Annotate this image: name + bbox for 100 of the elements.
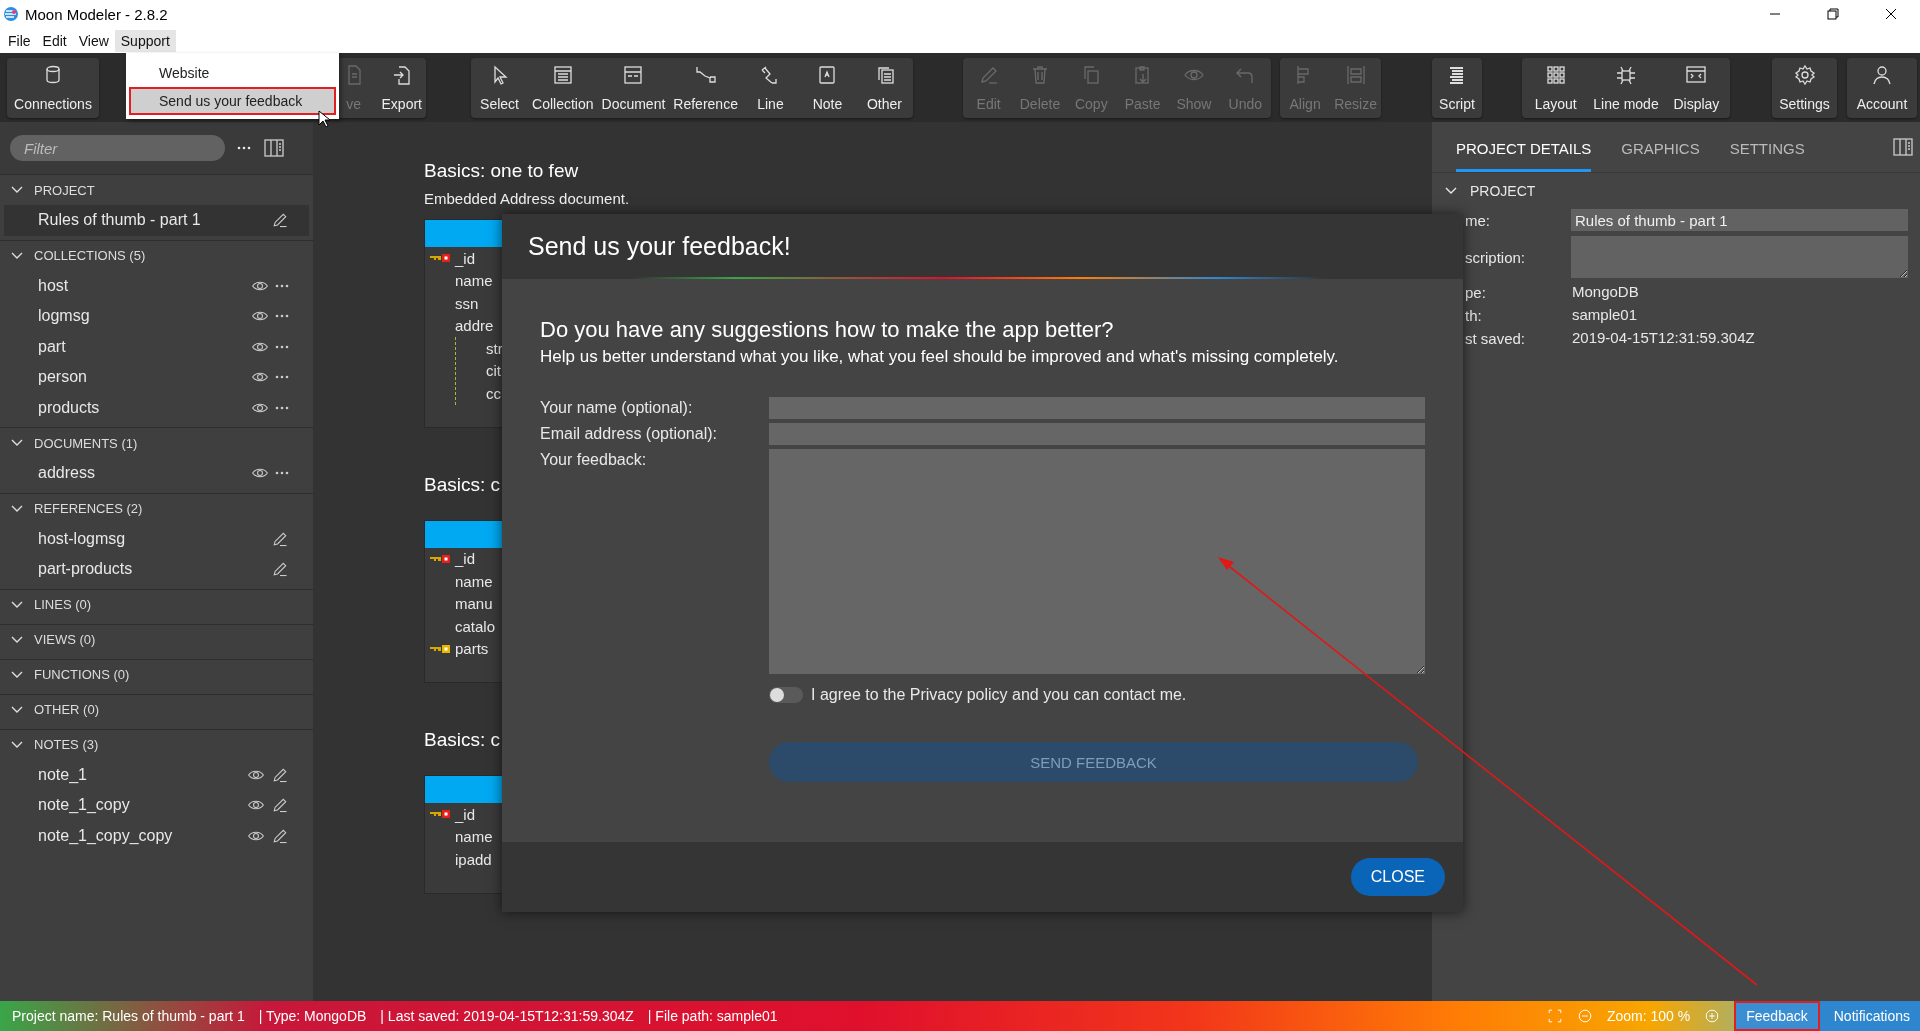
key-icon [429, 253, 451, 264]
field-value: sample01 [1571, 306, 1639, 324]
menu-item[interactable]: Send us your feedback [129, 87, 336, 115]
sidebar-item[interactable]: part [4, 331, 309, 362]
tab[interactable]: PROJECT DETAILS [1456, 140, 1592, 172]
diagram-title: Basics: c [424, 473, 501, 497]
restore-icon[interactable] [1827, 8, 1839, 20]
pencil-icon [271, 560, 289, 579]
name-field[interactable]: Rules of thumb - part 1 [1571, 209, 1908, 231]
section-header[interactable]: LINES (0) [34, 597, 92, 612]
sidebar-item[interactable]: note_1_copy_copy [4, 820, 309, 851]
sidebar-item[interactable]: address [4, 458, 309, 489]
section-header[interactable]: PROJECT [1470, 183, 1536, 199]
field-label: scription: [1464, 248, 1527, 266]
toolbar-button[interactable]: Collection [528, 57, 598, 118]
toolbar-button[interactable]: Line mode [1589, 57, 1663, 118]
toolbar-button[interactable]: Settings [1772, 57, 1837, 118]
toolbar-button[interactable]: Reference [669, 57, 742, 118]
diagram-title: Basics: one to few [424, 160, 579, 183]
input-field[interactable] [769, 423, 1425, 445]
section-header[interactable]: REFERENCES (2) [34, 501, 143, 516]
feedback-field[interactable] [769, 449, 1425, 674]
diagram-title: Basics: c [424, 729, 501, 752]
person-icon [1871, 63, 1893, 86]
monitor-icon [1685, 63, 1708, 86]
status-text: | File path: sample01 [646, 1008, 778, 1024]
field-label: pe: [1464, 283, 1487, 301]
key-icon [429, 643, 451, 654]
sidebar-item[interactable]: part-products [4, 554, 309, 585]
diagram-description: Embedded Address document. [424, 190, 630, 207]
pencil-icon [271, 211, 289, 230]
field-name: manu [455, 595, 493, 613]
sidebar-item[interactable]: host [4, 270, 309, 301]
dialog-heading: Do you have any suggestions how to make the app better? [540, 317, 1115, 343]
menu-item[interactable]: Support [114, 29, 176, 52]
sidebar-item[interactable]: note_1 [4, 759, 309, 790]
tab[interactable]: SETTINGS [1729, 140, 1805, 172]
tab[interactable]: GRAPHICS [1621, 140, 1700, 172]
pencil-icon [271, 796, 289, 815]
toolbar-button[interactable]: Select [471, 57, 529, 118]
field-name: catalo [455, 617, 496, 635]
toolbar-button[interactable]: Line [741, 57, 799, 118]
panel-icon [263, 137, 285, 159]
close-button[interactable]: CLOSE [1350, 858, 1445, 896]
status-text: | Last saved: 2019-04-15T12:31:59.304Z [379, 1008, 634, 1024]
section-header[interactable]: OTHER (0) [34, 702, 99, 717]
field-name: ipadd [455, 850, 492, 868]
field-name: _id [455, 550, 476, 568]
collection-card[interactable]: _id name ssn addre str cit cc [424, 219, 503, 428]
section-header[interactable]: COLLECTIONS (5) [34, 248, 146, 263]
collection-card[interactable]: _id name manu catalo parts [424, 519, 503, 683]
toolbar-button[interactable]: Document [597, 57, 670, 118]
table-icon [551, 63, 574, 86]
toolbar-button[interactable]: Export [377, 57, 426, 118]
sidebar-item[interactable]: note_1_copy [4, 790, 309, 821]
toolbar-button[interactable]: Note [798, 57, 856, 118]
document-icon [622, 63, 645, 86]
sidebar-item[interactable]: logmsg [4, 301, 309, 332]
field-name: parts [455, 640, 489, 658]
close-icon[interactable] [1885, 8, 1897, 20]
menu-item[interactable]: View [72, 29, 115, 52]
field-value: 2019-04-15T12:31:59.304Z [1571, 329, 1756, 347]
field-name: _id [455, 249, 476, 267]
input-field[interactable] [769, 397, 1425, 419]
field-name: name [455, 828, 493, 846]
field-name: name [455, 572, 493, 590]
menu-item[interactable]: Edit [36, 29, 73, 52]
toolbar-button[interactable]: Connections [7, 57, 99, 118]
key-icon [429, 553, 451, 564]
field-name: cit [486, 362, 501, 380]
sidebar-item[interactable]: products [4, 392, 309, 423]
description-field[interactable] [1571, 236, 1908, 278]
status-button[interactable]: Notifications [1819, 1001, 1920, 1031]
status-button[interactable]: Feedback [1734, 1001, 1820, 1031]
key-icon [429, 809, 451, 820]
consent-toggle[interactable] [769, 687, 803, 703]
collection-card[interactable]: _id name ipadd [424, 775, 503, 894]
sidebar-item[interactable]: host-logmsg [4, 523, 309, 554]
section-header[interactable]: FUNCTIONS (0) [34, 667, 130, 682]
sidebar-item[interactable]: person [4, 362, 309, 393]
section-header[interactable]: PROJECT [34, 182, 95, 198]
toolbar-button[interactable]: Account [1847, 57, 1917, 118]
window-title: Moon Modeler - 2.8.2 [25, 5, 168, 23]
toolbar-button[interactable]: Display [1662, 57, 1730, 118]
zoom-in-icon [1704, 1008, 1721, 1024]
grid-icon [1544, 63, 1567, 86]
section-header[interactable]: DOCUMENTS (1) [34, 435, 138, 451]
field-label: me: [1464, 211, 1491, 229]
toolbar-button[interactable]: Script [1432, 57, 1482, 118]
app-logo-icon [3, 6, 19, 22]
status-text: | Type: MongoDB [257, 1008, 367, 1024]
zoom-out-icon [1577, 1008, 1593, 1024]
fullscreen-icon [1547, 1008, 1563, 1024]
filter-field[interactable]: Filter [10, 135, 225, 161]
toolbar-button[interactable]: Layout [1522, 57, 1590, 118]
menu-item[interactable]: File [2, 29, 37, 52]
sidebar-item[interactable]: Rules of thumb - part 1 [4, 205, 309, 236]
toolbar-button[interactable]: Other [856, 57, 913, 118]
section-header[interactable]: VIEWS (0) [34, 632, 96, 647]
section-header[interactable]: NOTES (3) [34, 737, 99, 752]
